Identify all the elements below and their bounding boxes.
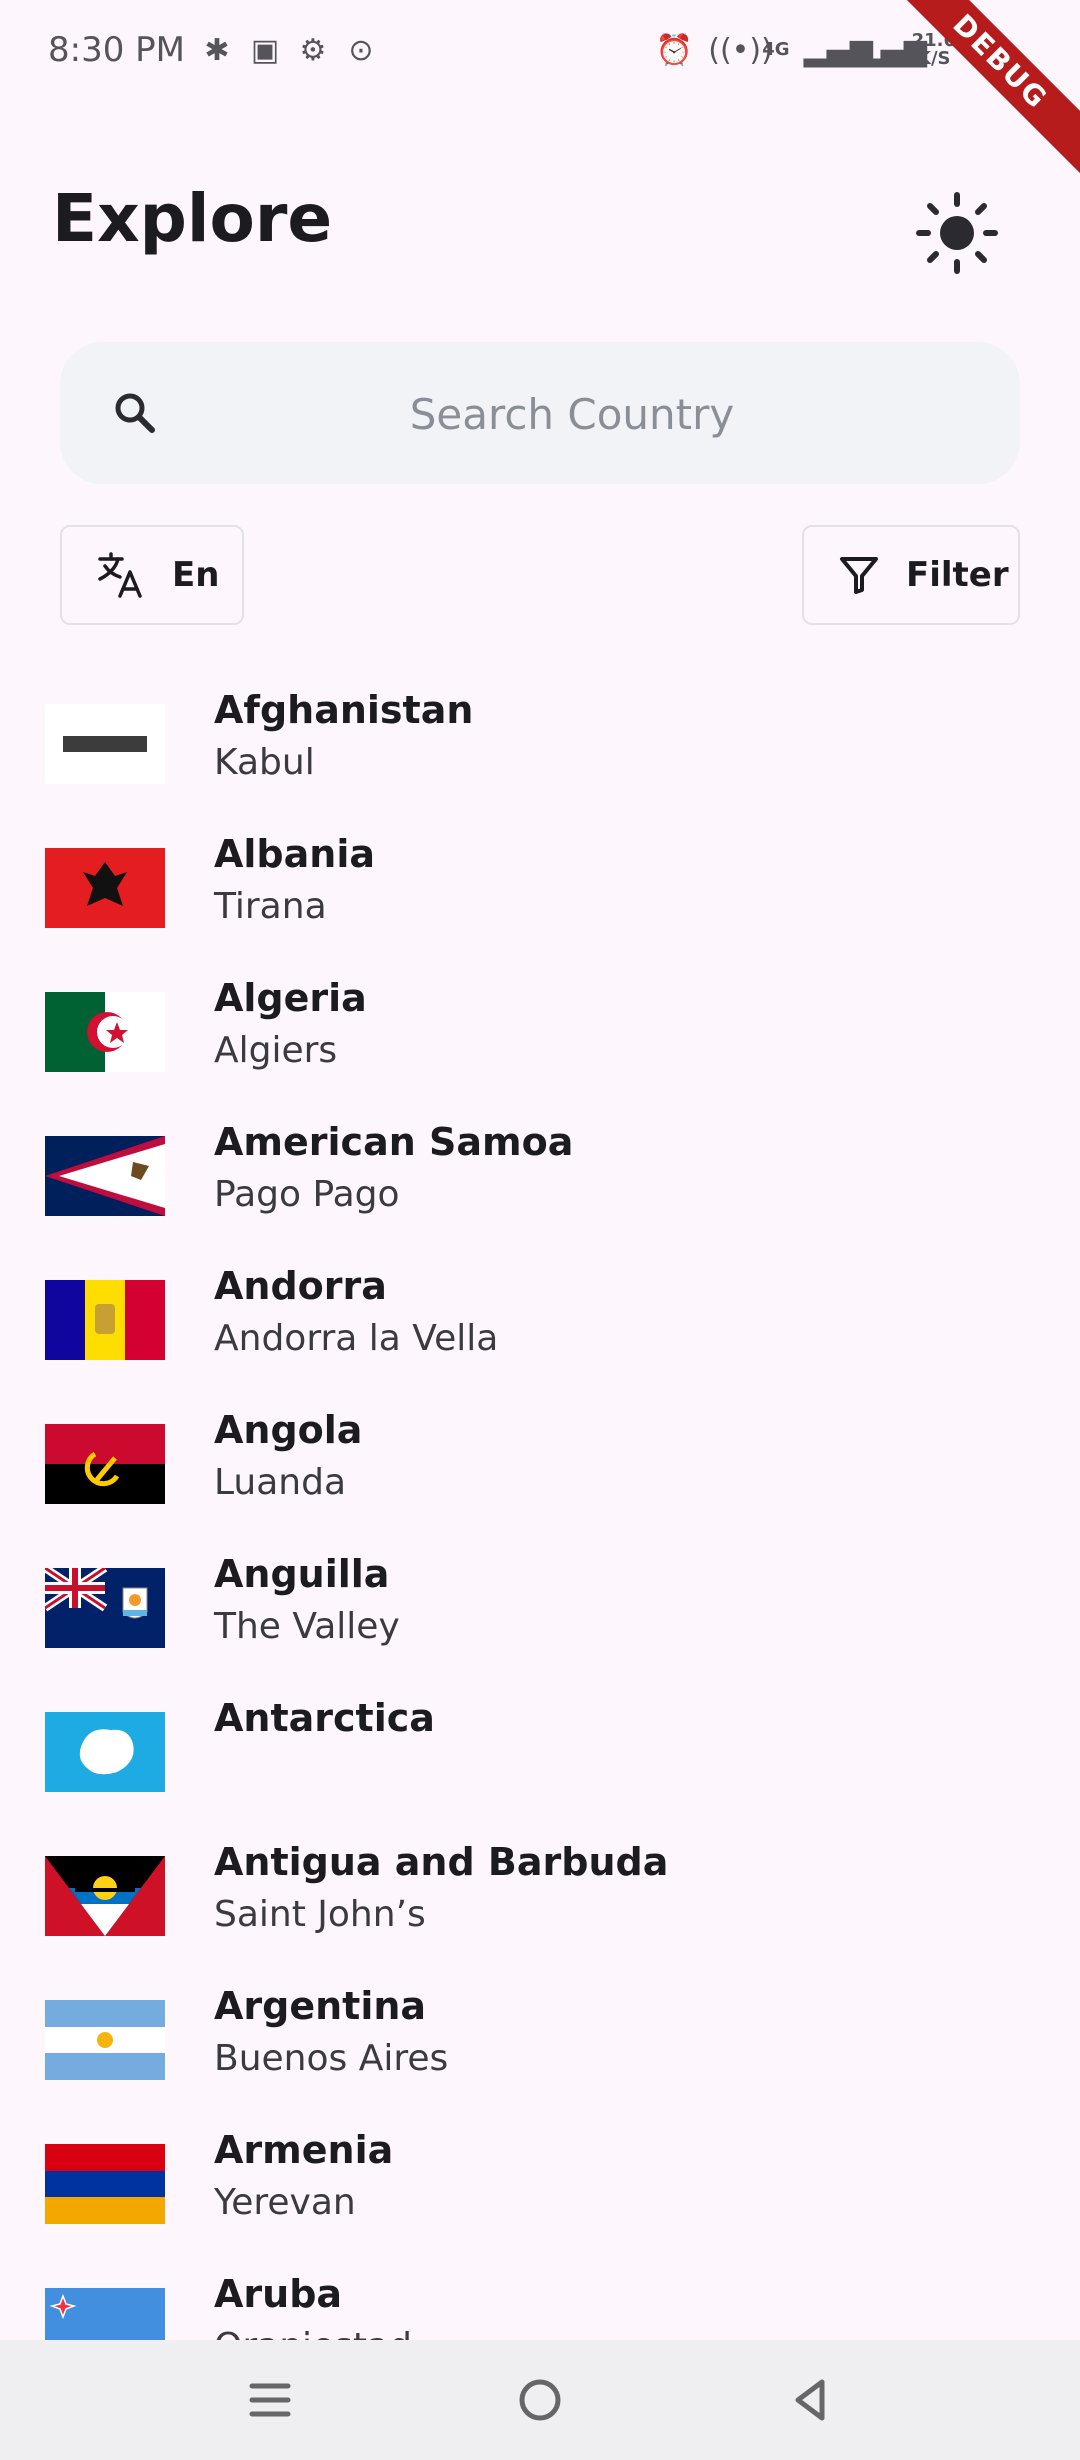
home-icon[interactable]: [510, 2370, 570, 2430]
filter-button[interactable]: Filter: [802, 525, 1020, 625]
country-capital: Luanda: [214, 1462, 347, 1503]
flag-anguilla-icon: [45, 1568, 165, 1648]
country-capital: Oranjestad: [214, 2326, 412, 2340]
country-name: Armenia: [214, 2128, 394, 2172]
signal-icon-2: ▂▄▆: [857, 32, 927, 68]
country-row-angola[interactable]: Angola Luanda: [0, 1380, 1080, 1524]
hotspot-icon: ((•)): [708, 32, 773, 68]
flag-antigua-and-barbuda-icon: [45, 1856, 165, 1936]
country-capital: Pago Pago: [214, 1174, 400, 1215]
flag-aruba-icon: [45, 2288, 165, 2340]
alarm-icon: ⏰: [655, 32, 693, 68]
flag-andorra-icon: [45, 1280, 165, 1360]
language-label: En: [172, 555, 220, 595]
debug-banner: DEBUG: [878, 0, 1080, 184]
page-title: Explore: [52, 180, 333, 257]
flag-antarctica-icon: [45, 1712, 165, 1792]
country-name: Aruba: [214, 2272, 343, 2316]
theme-toggle-button[interactable]: [912, 188, 1002, 278]
country-capital: Saint John’s: [214, 1894, 426, 1935]
country-name: Anguilla: [214, 1552, 390, 1596]
flag-argentina-icon: [45, 2000, 165, 2080]
flag-afghanistan-icon: [45, 704, 165, 784]
country-row-antigua-and-barbuda[interactable]: Antigua and Barbuda Saint John’s: [0, 1812, 1080, 1956]
status-notification-icons: ✱ ▣ ⚙ ⊙: [200, 34, 378, 68]
country-capital: The Valley: [214, 1606, 400, 1647]
app-icon: ▣: [250, 33, 280, 68]
country-capital: Algiers: [214, 1030, 338, 1071]
country-list[interactable]: Afghanistan Kabul Albania Tirana Algeria…: [0, 660, 1080, 2340]
country-name: American Samoa: [214, 1120, 574, 1164]
slack-icon: ✱: [204, 33, 230, 68]
country-name: Algeria: [214, 976, 367, 1020]
country-row-andorra[interactable]: Andorra Andorra la Vella: [0, 1236, 1080, 1380]
status-bar: 8:30 PM ✱ ▣ ⚙ ⊙ ⏰ ((•)) 4G ▂▄▆ ▂▄▆ 21.6 …: [0, 0, 1080, 184]
signal-icon-1: ▂▄▆: [803, 32, 873, 68]
country-row-anguilla[interactable]: Anguilla The Valley: [0, 1524, 1080, 1668]
settings-icon: ⚙: [299, 33, 327, 68]
country-capital: Kabul: [214, 742, 315, 783]
country-row-aruba[interactable]: Aruba Oranjestad: [0, 2244, 1080, 2340]
filter-icon: [840, 557, 878, 594]
country-name: Antigua and Barbuda: [214, 1840, 669, 1884]
language-button[interactable]: En: [60, 525, 244, 625]
country-capital: Buenos Aires: [214, 2038, 449, 2079]
filter-label: Filter: [906, 555, 1009, 595]
status-time: 8:30 PM: [48, 30, 185, 70]
country-row-american-samoa[interactable]: American Samoa Pago Pago: [0, 1092, 1080, 1236]
country-name: Albania: [214, 832, 375, 876]
flag-american-samoa-icon: [45, 1136, 165, 1216]
country-name: Angola: [214, 1408, 363, 1452]
country-row-albania[interactable]: Albania Tirana: [0, 804, 1080, 948]
flag-albania-icon: [45, 848, 165, 928]
network-speed-unit: K/S: [917, 48, 951, 69]
menu-icon[interactable]: [240, 2370, 300, 2430]
system-nav-bar: [0, 2340, 1080, 2460]
country-row-argentina[interactable]: Argentina Buenos Aires: [0, 1956, 1080, 2100]
search-input[interactable]: [190, 342, 954, 486]
country-name: Antarctica: [214, 1696, 435, 1740]
country-name: Afghanistan: [214, 688, 474, 732]
flag-armenia-icon: [45, 2144, 165, 2224]
flag-algeria-icon: [45, 992, 165, 1072]
search-bar[interactable]: [60, 342, 1020, 486]
country-row-algeria[interactable]: Algeria Algiers: [0, 948, 1080, 1092]
country-capital: Tirana: [214, 886, 327, 927]
country-capital: Yerevan: [214, 2182, 356, 2223]
flag-angola-icon: [45, 1424, 165, 1504]
country-row-afghanistan[interactable]: Afghanistan Kabul: [0, 660, 1080, 804]
country-row-armenia[interactable]: Armenia Yerevan: [0, 2100, 1080, 2244]
sun-icon: [916, 192, 998, 274]
back-icon[interactable]: [780, 2370, 840, 2430]
network-type: 4G: [762, 39, 790, 60]
country-name: Argentina: [214, 1984, 427, 2028]
translate-icon: [98, 552, 142, 598]
country-capital: Andorra la Vella: [214, 1318, 499, 1359]
country-name: Andorra: [214, 1264, 387, 1308]
g-icon: ⊙: [348, 33, 374, 68]
country-row-antarctica[interactable]: Antarctica: [0, 1668, 1080, 1812]
search-icon: [115, 393, 155, 433]
